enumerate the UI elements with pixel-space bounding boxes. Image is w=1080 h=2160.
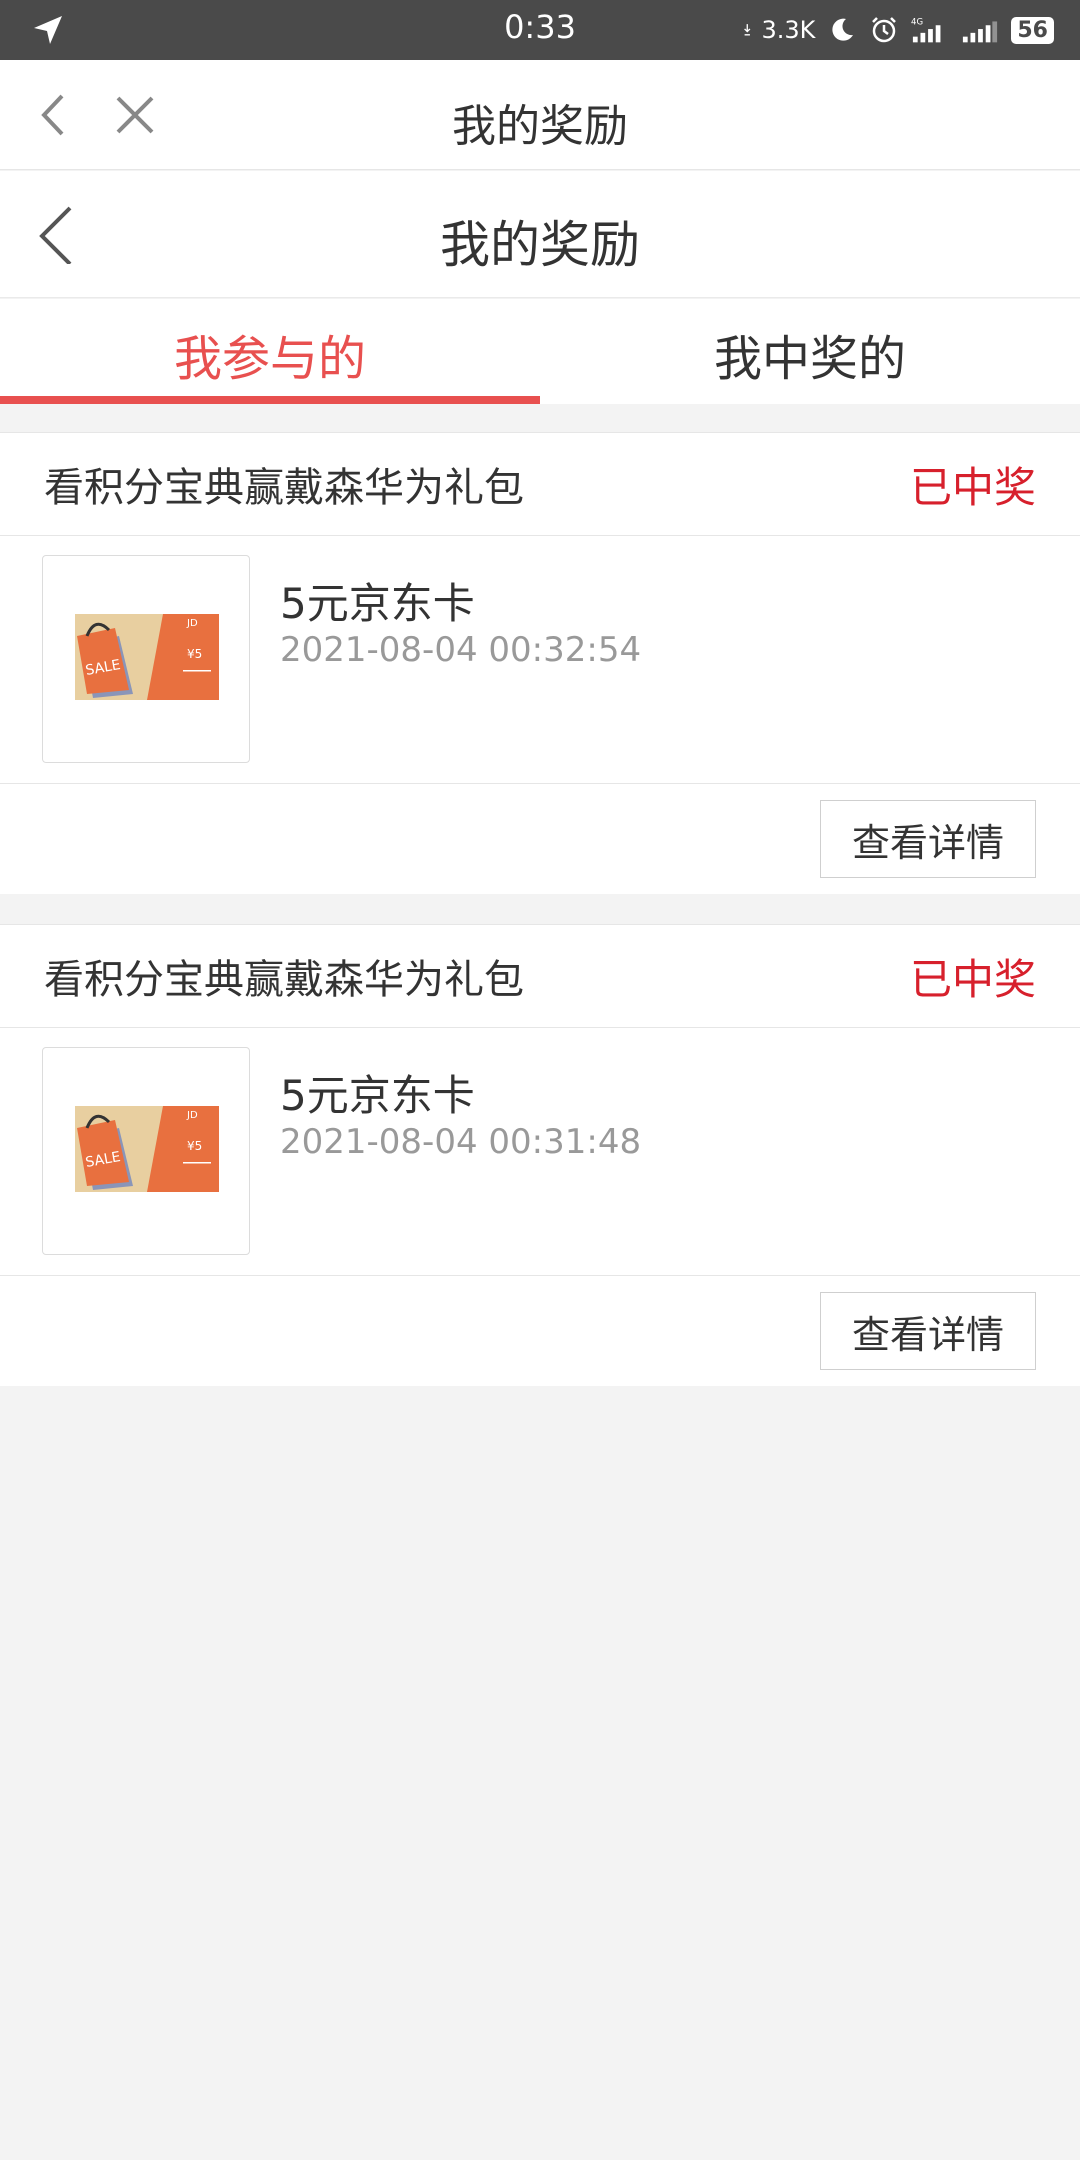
sub-header: 我的奖励	[0, 171, 1080, 298]
battery-icon: 56	[1011, 16, 1054, 44]
status-badge: 已中奖	[909, 462, 1036, 512]
signal-4g-icon: 4G	[911, 17, 941, 43]
sub-header-title: 我的奖励	[440, 216, 640, 274]
top-nav-bar: 我的奖励	[0, 60, 1080, 170]
gift-card-image: SALE JD ¥5	[75, 614, 219, 700]
tab-bar: 我参与的 我中奖的	[0, 299, 1080, 404]
tab-won[interactable]: 我中奖的	[540, 299, 1080, 404]
activity-name: 看积分宝典赢戴森华为礼包	[44, 465, 524, 511]
prize-name: 5元京东卡	[280, 1071, 475, 1120]
status-bar: 0:33 3.3K 4G 56	[0, 0, 1080, 60]
moon-icon	[832, 18, 854, 41]
view-details-button[interactable]: 查看详情	[820, 1292, 1036, 1370]
prize-time: 2021-08-04 00:31:48	[280, 1122, 642, 1162]
page-title: 我的奖励	[452, 101, 628, 152]
prize-image: SALE JD ¥5	[42, 555, 250, 763]
svg-text:JD: JD	[186, 1110, 198, 1121]
tab-participated[interactable]: 我参与的	[0, 299, 540, 404]
net-speed: 3.3K	[761, 16, 816, 44]
download-icon	[744, 24, 751, 36]
svg-text:4G: 4G	[911, 17, 923, 27]
prize-name: 5元京东卡	[280, 579, 475, 628]
svg-text:JD: JD	[186, 618, 198, 629]
view-details-button[interactable]: 查看详情	[820, 800, 1036, 878]
status-badge: 已中奖	[909, 954, 1036, 1004]
svg-text:¥5: ¥5	[187, 647, 202, 661]
prize-image: SALE JD ¥5	[42, 1047, 250, 1255]
reward-record: 看积分宝典赢戴森华为礼包 已中奖 SALE JD ¥5 5元京东卡 2021-0…	[0, 924, 1080, 1386]
gift-card-image: SALE JD ¥5	[75, 1106, 219, 1192]
alarm-icon	[872, 17, 897, 43]
prize-time: 2021-08-04 00:32:54	[280, 630, 642, 670]
svg-text:¥5: ¥5	[187, 1139, 202, 1153]
activity-name: 看积分宝典赢戴森华为礼包	[44, 957, 524, 1003]
reward-record: 看积分宝典赢戴森华为礼包 已中奖 SALE JD ¥5 5元京东卡 2021-0…	[0, 432, 1080, 894]
signal-icon	[963, 21, 998, 43]
